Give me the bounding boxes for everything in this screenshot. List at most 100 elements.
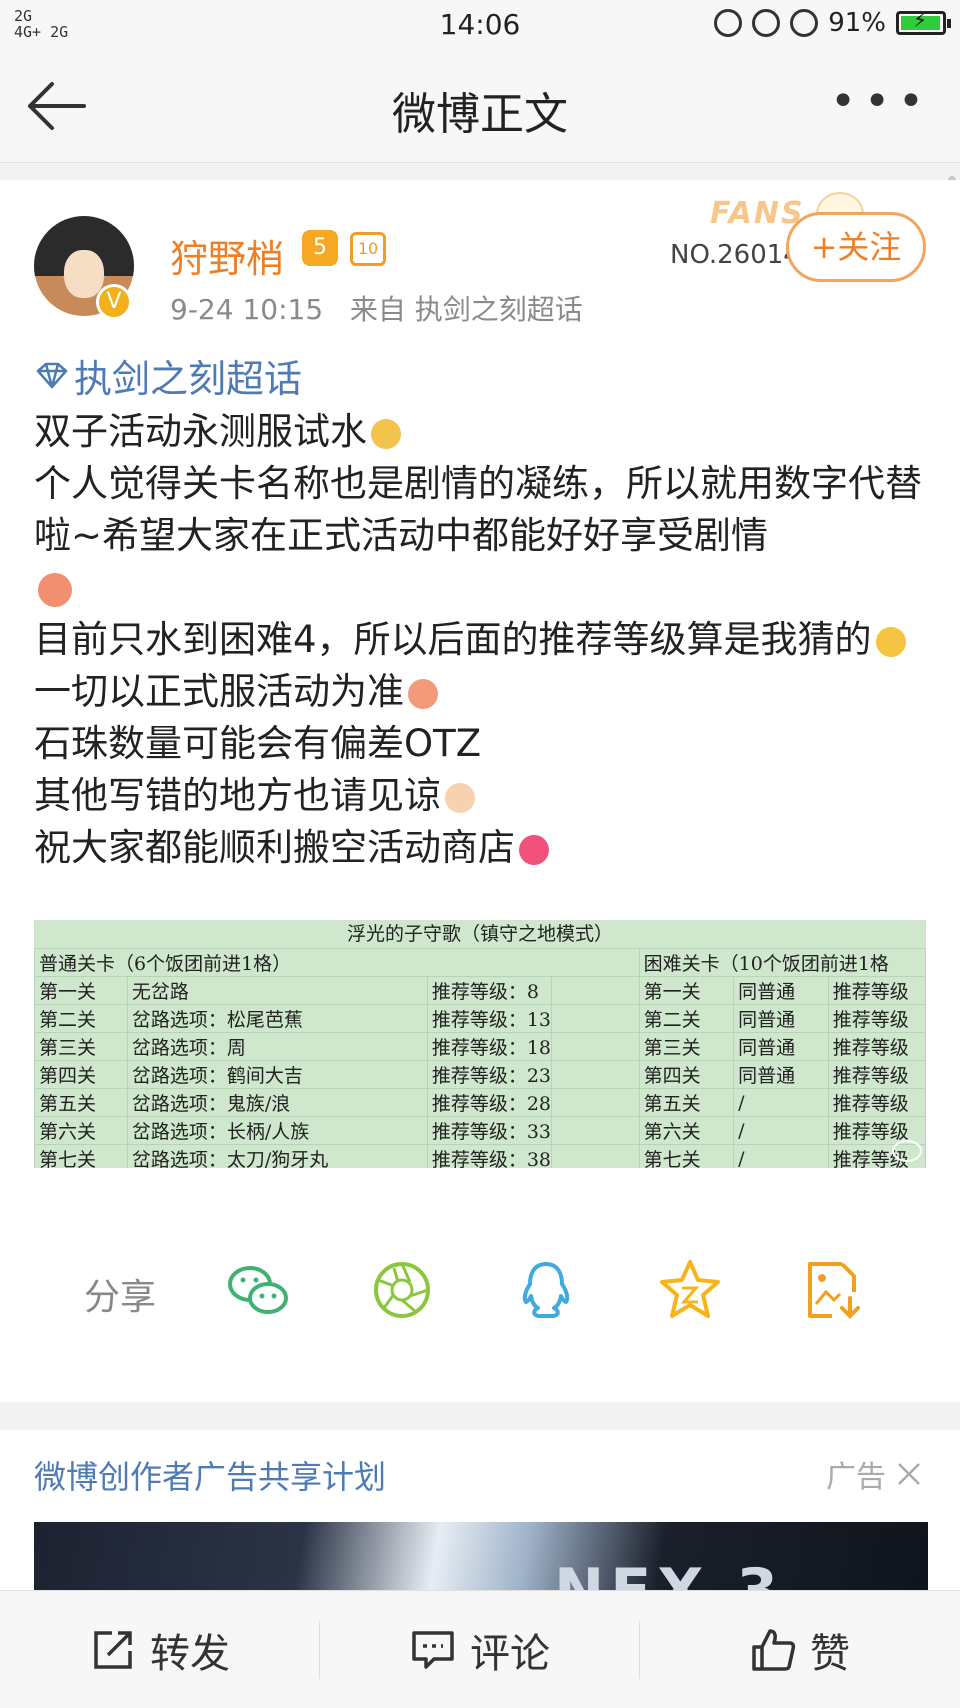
wechat-icon[interactable] [226, 1258, 290, 1322]
table-cell: / [733, 1144, 829, 1168]
table-cell: 第三关 [638, 1032, 735, 1061]
table-cell: 第二关 [34, 1004, 128, 1033]
ad-title[interactable]: 微博创作者广告共享计划 [34, 1452, 386, 1498]
table-cell [551, 1116, 640, 1145]
table-cell [551, 1144, 640, 1168]
table-cell: 推荐等级 [827, 976, 926, 1005]
bottom-action-bar: 转发 评论 赞 [0, 1590, 960, 1708]
table-title: 浮光的子守歌（镇守之地模式） [34, 920, 926, 949]
table-cell: 同普通 [733, 1004, 829, 1033]
blush-emoji-icon [408, 678, 438, 709]
table-cell [551, 976, 640, 1005]
repost-button[interactable]: 转发 [0, 1591, 320, 1708]
post-card: V 狩野梢 5 10 9-24 10:15 来自 执剑之刻超话 FANS NO.… [0, 180, 960, 1402]
battery-percent: 91% [828, 8, 886, 38]
table-cell: 推荐等级：23 [426, 1060, 553, 1089]
table-row: 普通关卡（6个饭团前进1格） 困难关卡（10个饭团前进1格 [34, 948, 926, 977]
table-cell [551, 1088, 640, 1117]
sweat-emoji-icon [371, 418, 401, 449]
table-cell [551, 1004, 640, 1033]
like-button[interactable]: 赞 [640, 1591, 960, 1708]
table-row: 第三关 岔路选项：周 推荐等级：18 第三关 同普通 推荐等级 [34, 1032, 926, 1061]
repost-label: 转发 [150, 1630, 230, 1677]
weibo-watermark-icon [892, 1140, 922, 1162]
mute-icon [714, 9, 743, 37]
comment-button[interactable]: 评论 [320, 1591, 640, 1708]
table-cell: 第四关 [638, 1060, 735, 1089]
save-image-icon[interactable] [802, 1258, 866, 1322]
post-line: 石珠数量可能会有偏差OTZ [34, 722, 482, 765]
ad-image[interactable]: NEX 3 [34, 1522, 928, 1590]
table-cell: 第一关 [34, 976, 128, 1005]
table-cell: 岔路选项：松尾芭蕉 [126, 1004, 428, 1033]
level-table: 普通关卡（6个饭团前进1格） 困难关卡（10个饭团前进1格 第一关 无岔路 推荐等级：8… [34, 948, 926, 1168]
table-cell: 第一关 [638, 976, 735, 1005]
table-cell: 同普通 [733, 976, 829, 1005]
share-label: 分享 [84, 1277, 157, 1318]
post-source[interactable]: 来自 执剑之刻超话 [350, 293, 583, 326]
page-title: 微博正文 [392, 89, 568, 140]
table-cell: 第六关 [34, 1116, 128, 1145]
post-line: 个人觉得关卡名称也是剧情的凝练，所以就用数字代替啦~希望大家在正式活动中都能好好… [34, 458, 924, 614]
laugh-cry-emoji-icon [875, 626, 906, 657]
table-cell: 岔路选项：长柄/人族 [126, 1116, 428, 1145]
table-row: 第四关 岔路选项：鹤间大吉 推荐等级：23 第四关 同普通 推荐等级 [34, 1060, 926, 1089]
table-cell: 第五关 [638, 1088, 735, 1117]
topic-label: 执剑之刻超话 [74, 357, 303, 401]
table-cell: / [733, 1088, 829, 1117]
table-cell: 第四关 [34, 1060, 128, 1089]
username[interactable]: 狩野梢 [170, 228, 284, 283]
thumbs-up-icon [752, 1628, 796, 1671]
heart-emoji-icon [519, 834, 549, 865]
member-crown-icon[interactable]: 5 [302, 230, 338, 266]
like-label: 赞 [810, 1630, 850, 1677]
table-cell: 普通关卡（6个饭团前进1格） [34, 948, 640, 977]
table-cell: 推荐等级：18 [426, 1032, 553, 1061]
table-cell [551, 1060, 640, 1089]
table-cell: 同普通 [733, 1060, 829, 1089]
lock-rotation-icon [752, 9, 781, 37]
table-row: 第一关 无岔路 推荐等级：8 第一关 同普通 推荐等级 [34, 976, 926, 1005]
nav-bar: 微博正文 ••• [0, 50, 960, 163]
table-cell: 推荐等级：38 [426, 1144, 553, 1168]
post-image[interactable]: 浮光的子守歌（镇守之地模式） 普通关卡（6个饭团前进1格） 困难关卡（10个饭团前… [34, 920, 926, 1168]
post-meta: 9-24 10:15 来自 执剑之刻超话 [170, 288, 583, 328]
ad-card[interactable]: 微博创作者广告共享计划 广告 NEX 3 [0, 1430, 960, 1590]
topic-link[interactable]: 执剑之刻超话 [34, 348, 302, 403]
ad-label: 广告 [826, 1460, 886, 1495]
table-cell: 岔路选项：太刀/狗牙丸 [126, 1144, 428, 1168]
table-cell [551, 1032, 640, 1061]
table-row: 第五关 岔路选项：鬼族/浪 推荐等级：28 第五关 / 推荐等级 [34, 1088, 926, 1117]
table-cell: 第六关 [638, 1116, 735, 1145]
table-cell: 推荐等级：28 [426, 1088, 553, 1117]
table-row: 第七关 岔路选项：太刀/狗牙丸 推荐等级：38 第七关 / 推荐等级 [34, 1144, 926, 1168]
table-row: 第六关 岔路选项：长柄/人族 推荐等级：33 第六关 / 推荐等级 [34, 1116, 926, 1145]
close-icon[interactable] [896, 1461, 922, 1487]
table-cell: 推荐等级：33 [426, 1116, 553, 1145]
qzone-icon[interactable] [658, 1258, 722, 1322]
table-cell: 岔路选项：周 [126, 1032, 428, 1061]
fans-label: FANS [710, 196, 805, 231]
moments-icon[interactable] [370, 1258, 434, 1322]
status-icons: 91% ⚡ [714, 8, 951, 38]
repost-icon [94, 1630, 132, 1669]
table-cell: 困难关卡（10个饭团前进1格 [638, 948, 926, 977]
table-cell: 推荐等级 [827, 1032, 926, 1061]
post-line: 双子活动永测服试水 [34, 406, 924, 458]
comment-label: 评论 [470, 1630, 550, 1677]
post-body: 双子活动永测服试水 个人觉得关卡名称也是剧情的凝练，所以就用数字代替啦~希望大家… [34, 406, 924, 874]
more-options-icon[interactable]: ••• [830, 80, 932, 124]
alarm-icon [790, 9, 819, 37]
fan-level-icon[interactable]: 10 [350, 232, 386, 266]
table-cell: 推荐等级 [827, 1088, 926, 1117]
comment-icon [412, 1630, 454, 1669]
table-cell: 推荐等级：13 [426, 1004, 553, 1033]
table-cell: 第二关 [638, 1004, 735, 1033]
table-cell: 无岔路 [126, 976, 428, 1005]
table-cell: 同普通 [733, 1032, 829, 1061]
follow-button[interactable]: +关注 [786, 212, 926, 282]
fans-number: NO.26014 [670, 240, 800, 270]
table-cell: 第七关 [34, 1144, 128, 1168]
post-line: 其他写错的地方也请见谅 [34, 770, 924, 822]
qq-icon[interactable] [514, 1258, 578, 1322]
